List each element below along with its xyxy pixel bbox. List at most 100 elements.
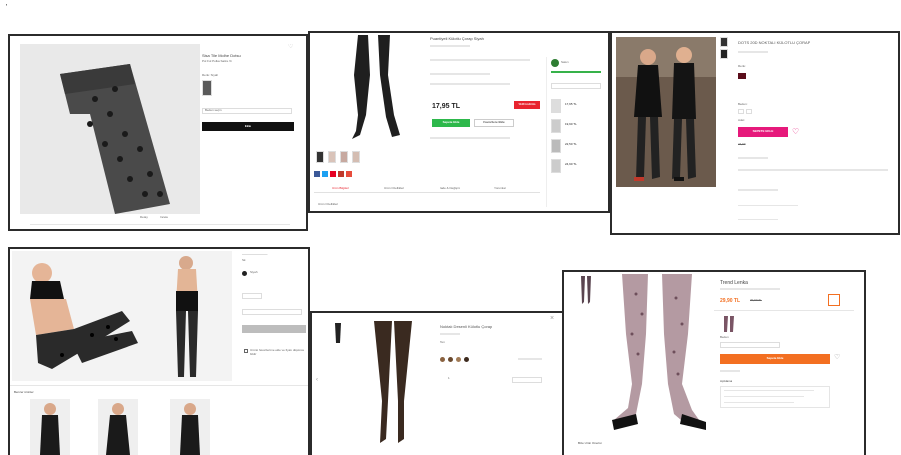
tab-bar: Ürün Bilgileri Ürün Özellikleri İade & D… xyxy=(314,185,540,193)
screenshot-2: Puantiyeli Külotlu Çorap Siyah 17,95 TL … xyxy=(308,31,610,213)
product-subtitle: Pol Ful Polka Satire % xyxy=(202,60,232,63)
thumb-1[interactable] xyxy=(720,37,728,47)
color-label: Ten xyxy=(440,341,445,344)
similar-item-2[interactable] xyxy=(98,399,138,455)
price-label: Sk xyxy=(242,259,246,262)
screenshot-6: Trend Lenka 29,90 TL 39,90 TL Beden Sepe… xyxy=(562,270,866,455)
favorite-checkbox[interactable] xyxy=(244,349,248,353)
desc-line-2 xyxy=(724,396,804,397)
screenshot-3: DOTS 20D NOKTALI KÜLOTLU ÇORAP Renk: Bed… xyxy=(610,31,900,235)
heart-icon[interactable]: ♡ xyxy=(834,354,840,362)
thumb-2[interactable] xyxy=(328,151,336,163)
add-to-cart-button[interactable]: Sepete Ekle xyxy=(432,119,470,127)
rating-line xyxy=(738,51,768,53)
info-line-5 xyxy=(738,219,778,220)
similar-heading: Benzer ürünler xyxy=(14,391,34,394)
rating-bar xyxy=(430,45,470,47)
twitter-icon[interactable] xyxy=(322,171,328,177)
mini-thumb[interactable] xyxy=(334,323,342,343)
qty-select[interactable] xyxy=(242,309,302,315)
thumb-2[interactable] xyxy=(720,49,728,59)
seller-follow[interactable] xyxy=(551,83,601,89)
thumb-3[interactable] xyxy=(340,151,348,163)
qty-label: Adet: xyxy=(738,119,746,122)
info-line-3 xyxy=(738,189,778,191)
qty-value: 1 xyxy=(448,377,450,380)
footer-divider xyxy=(30,224,290,225)
swatch-2[interactable] xyxy=(448,357,453,362)
size-2[interactable] xyxy=(746,109,752,114)
side-thumb-1[interactable] xyxy=(551,99,561,113)
tab-4[interactable]: Yorumlar xyxy=(494,187,506,191)
favorite-button[interactable]: Favorilere Ekle xyxy=(474,119,514,127)
footer-link-2[interactable]: İncele xyxy=(160,216,168,220)
side-price-4: 24,90 TL xyxy=(565,163,577,166)
size-guide[interactable] xyxy=(518,358,542,360)
close-icon[interactable]: × xyxy=(550,315,554,323)
size-select[interactable] xyxy=(720,342,780,348)
product-title: Noktalı Desenli Külotlu Çorap xyxy=(440,325,493,329)
size-select-label: Beden seçin xyxy=(205,109,222,112)
seller-name: Satıcı xyxy=(561,61,569,64)
color-label: Renk: xyxy=(738,65,746,68)
sku-line xyxy=(440,333,460,335)
side-thumb-3[interactable] xyxy=(551,139,561,153)
tights-image xyxy=(20,44,200,214)
size-label: Beden: xyxy=(738,103,748,106)
swatch-3[interactable] xyxy=(456,357,461,362)
prev-arrow-icon[interactable]: ‹ xyxy=(316,377,318,384)
footer-link-1[interactable]: Detay xyxy=(140,216,148,220)
tab-1[interactable]: Ürün Bilgileri xyxy=(332,187,349,191)
info-line-2 xyxy=(738,169,888,171)
whatsapp-icon[interactable] xyxy=(346,171,352,177)
product-title: DOTS 20D NOKTALI KÜLOTLU ÇORAP xyxy=(738,41,811,45)
color-thumb[interactable] xyxy=(722,316,736,332)
hero-photo xyxy=(616,37,716,187)
desc-line-3 xyxy=(724,402,794,403)
model-image-1 xyxy=(12,251,152,381)
add-button[interactable]: Ekle xyxy=(202,122,294,131)
price: 17,95 TL xyxy=(432,103,461,110)
mini-thumb[interactable] xyxy=(580,276,592,304)
side-thumb-2[interactable] xyxy=(551,119,561,133)
screenshot-1: Sisa Tile Molhe Dotsu Pol Ful Polka Sati… xyxy=(8,34,308,231)
similar-item-1[interactable] xyxy=(30,399,70,455)
swatch-4[interactable] xyxy=(464,357,469,362)
pinterest-icon[interactable] xyxy=(330,171,336,177)
desc-line-1 xyxy=(724,390,814,391)
side-thumb-4[interactable] xyxy=(551,159,561,173)
legs-image xyxy=(374,321,412,443)
size-select[interactable] xyxy=(242,293,262,299)
heart-icon[interactable]: ♡ xyxy=(792,127,799,137)
section-label: Ürün Özellikleri xyxy=(318,203,339,206)
color-swatch[interactable] xyxy=(738,73,746,79)
swatch-1[interactable] xyxy=(440,357,445,362)
top-mark: ' xyxy=(6,4,8,11)
facebook-icon[interactable] xyxy=(314,171,320,177)
thumb-4[interactable] xyxy=(352,151,360,163)
mail-icon[interactable] xyxy=(338,171,344,177)
tab-3[interactable]: İade & Değişim xyxy=(440,187,460,191)
side-price-3: 22,50 TL xyxy=(565,143,577,146)
color-thumb[interactable] xyxy=(202,80,212,96)
thumb-1[interactable] xyxy=(316,151,324,163)
heart-icon[interactable]: ♡ xyxy=(288,44,293,51)
sku-line xyxy=(720,288,780,290)
add-to-cart-button[interactable]: Sepete Ekle xyxy=(720,354,830,364)
models-image xyxy=(616,37,716,187)
menu-icon[interactable] xyxy=(828,294,840,306)
product-image xyxy=(20,44,200,214)
color-swatch[interactable] xyxy=(242,271,247,276)
similar-item-3[interactable] xyxy=(170,399,210,455)
info-line-4 xyxy=(738,205,798,206)
seller-score xyxy=(551,71,601,73)
tab-2[interactable]: Ürün Özellikleri xyxy=(384,187,404,191)
add-button[interactable] xyxy=(512,377,542,383)
legs-image xyxy=(352,35,400,139)
share-icons xyxy=(314,171,364,177)
add-button[interactable] xyxy=(242,325,306,333)
size-label: Beden xyxy=(720,336,729,339)
size-1[interactable] xyxy=(738,109,744,114)
product-title: Sisa Tile Molhe Dotsu xyxy=(202,54,241,58)
add-to-cart-button[interactable]: SEPETE EKLE xyxy=(738,127,788,137)
